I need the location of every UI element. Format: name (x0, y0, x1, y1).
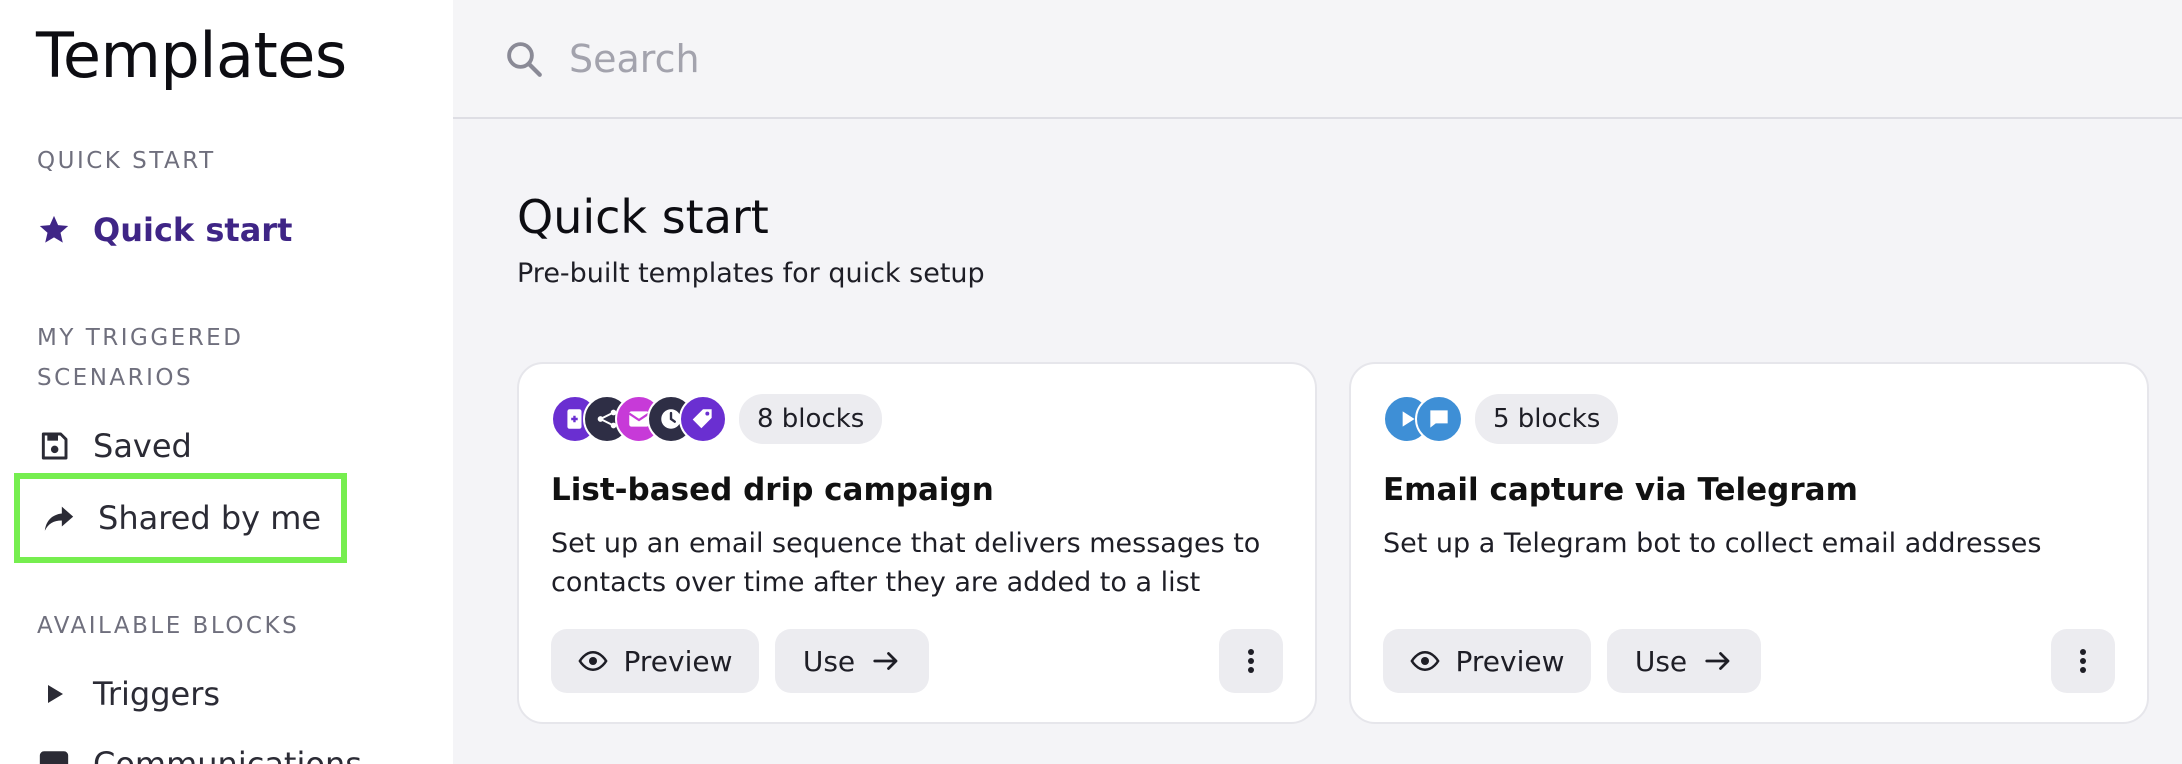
section-heading-my-triggered-scenarios: MY TRIGGERED SCENARIOS (37, 325, 244, 391)
play-icon (37, 677, 71, 711)
section-subtitle: Pre-built templates for quick setup (517, 258, 985, 289)
section-heading-available-blocks: AVAILABLE BLOCKS (37, 613, 300, 639)
eye-icon (577, 646, 608, 676)
eye-icon (1409, 646, 1440, 676)
use-label: Use (1634, 644, 1688, 678)
block-icon-stack (551, 395, 727, 443)
sidebar-item-label: Communications (93, 745, 362, 764)
more-vertical-icon (1247, 648, 1255, 674)
use-button[interactable]: Use (1607, 629, 1761, 693)
block-summary: 5 blocks (1383, 394, 1619, 444)
preview-button[interactable]: Preview (551, 629, 759, 693)
sidebar-item-saved[interactable]: Saved (37, 420, 192, 472)
blocks-count-badge: 8 blocks (739, 394, 883, 444)
search-input[interactable] (569, 36, 2069, 81)
more-options-button[interactable] (2051, 629, 2115, 693)
arrow-right-icon (1703, 646, 1733, 676)
preview-label: Preview (1455, 644, 1565, 678)
message-icon (37, 747, 71, 764)
search-bar (453, 0, 2182, 119)
arrow-right-icon (871, 646, 901, 676)
section-heading-quick-start: QUICK START (37, 148, 216, 174)
block-summary: 8 blocks (551, 394, 883, 444)
card-title: List-based drip campaign (551, 472, 994, 508)
sidebar-item-label: Triggers (93, 675, 221, 713)
sidebar: Templates QUICK START Quick start MY TRI… (0, 0, 453, 764)
section-title: Quick start (517, 190, 769, 244)
share-arrow-icon (42, 501, 76, 535)
chat-icon (1415, 395, 1463, 443)
sidebar-item-label: Quick start (93, 211, 293, 249)
more-vertical-icon (2079, 648, 2087, 674)
block-icon-stack (1383, 395, 1463, 443)
sidebar-item-label: Saved (93, 427, 192, 465)
tag-icon (679, 395, 727, 443)
blocks-count-badge: 5 blocks (1475, 394, 1619, 444)
more-options-button[interactable] (1219, 629, 1283, 693)
sidebar-item-label: Shared by me (98, 499, 322, 537)
preview-button[interactable]: Preview (1383, 629, 1591, 693)
card-title: Email capture via Telegram (1383, 472, 1858, 508)
page-title: Templates (36, 19, 347, 92)
sidebar-item-quick-start[interactable]: Quick start (37, 204, 292, 256)
template-card[interactable]: 8 blocks List-based drip campaign Set up… (517, 362, 1317, 724)
use-button[interactable]: Use (775, 629, 929, 693)
card-description: Set up a Telegram bot to collect email a… (1383, 528, 2042, 559)
preview-label: Preview (623, 644, 733, 678)
use-label: Use (802, 644, 856, 678)
card-description: Set up an email sequence that delivers m… (551, 528, 1261, 598)
search-icon (503, 38, 545, 80)
sidebar-item-shared-by-me[interactable]: Shared by me (14, 473, 348, 563)
save-icon (37, 429, 71, 463)
sidebar-item-communications[interactable]: Communications (37, 738, 362, 764)
star-icon (37, 213, 71, 247)
sidebar-item-triggers[interactable]: Triggers (37, 668, 220, 720)
template-card[interactable]: 5 blocks Email capture via Telegram Set … (1349, 362, 2149, 724)
